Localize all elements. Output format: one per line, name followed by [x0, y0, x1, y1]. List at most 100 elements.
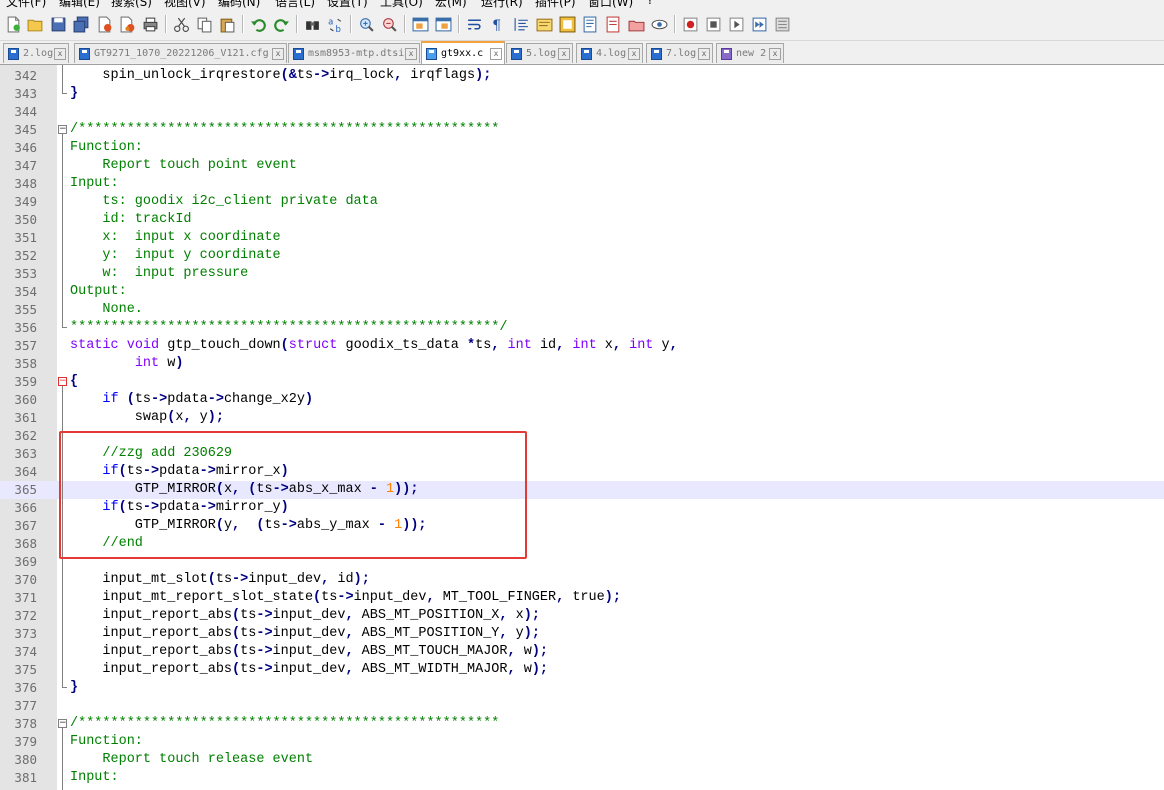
tab-msm8953-dtsi[interactable]: msm8953-mtp.dtsi x — [288, 43, 420, 63]
find-icon[interactable] — [302, 14, 322, 34]
menu-help[interactable]: ? — [647, 0, 653, 7]
code-line[interactable]: 342 spin_unlock_irqrestore(&ts->irq_lock… — [0, 67, 1164, 85]
doc-map-icon[interactable] — [557, 14, 577, 34]
function-list-icon[interactable] — [580, 14, 600, 34]
close-icon[interactable] — [94, 14, 114, 34]
code-line[interactable]: 343} — [0, 85, 1164, 103]
save-icon[interactable] — [48, 14, 68, 34]
code-line[interactable]: 366 if(ts->pdata->mirror_y) — [0, 499, 1164, 517]
code-line[interactable]: 373 input_report_abs(ts->input_dev, ABS_… — [0, 625, 1164, 643]
paste-icon[interactable] — [217, 14, 237, 34]
tab-close-icon[interactable]: x — [490, 47, 502, 60]
tab-bar: 2.log x GT9271_1070_20221206_V121.cfg x … — [0, 41, 1164, 65]
code-line[interactable]: 376} — [0, 679, 1164, 697]
tab-2-log[interactable]: 2.log x — [3, 43, 69, 63]
tab-close-icon[interactable]: x — [405, 47, 417, 60]
code-line[interactable]: 374 input_report_abs(ts->input_dev, ABS_… — [0, 643, 1164, 661]
code-line[interactable]: 375 input_report_abs(ts->input_dev, ABS_… — [0, 661, 1164, 679]
fold-toggle-icon[interactable]: − — [58, 377, 67, 386]
code-line[interactable]: 380 Report touch release event — [0, 751, 1164, 769]
code-line[interactable]: 351 x: input x coordinate — [0, 229, 1164, 247]
code-line[interactable]: 377 — [0, 697, 1164, 715]
save-all-icon[interactable] — [71, 14, 91, 34]
code-line[interactable]: 355 None. — [0, 301, 1164, 319]
indent-guide-icon[interactable] — [511, 14, 531, 34]
show-all-chars-icon[interactable]: ¶ — [487, 14, 507, 34]
sync-vertical-icon[interactable] — [410, 14, 430, 34]
code-line[interactable]: 369 — [0, 553, 1164, 571]
file-icon — [79, 47, 90, 60]
code-line[interactable]: 370 input_mt_slot(ts->input_dev, id); — [0, 571, 1164, 589]
replace-icon[interactable]: ab — [325, 14, 345, 34]
folder-as-workspace-icon[interactable] — [626, 14, 646, 34]
code-line[interactable]: 363 //zzg add 230629 — [0, 445, 1164, 463]
tab-close-icon[interactable]: x — [558, 47, 570, 60]
code-line[interactable]: 358 int w) — [0, 355, 1164, 373]
save-macro-icon[interactable] — [772, 14, 792, 34]
code-editor[interactable]: 342 spin_unlock_irqrestore(&ts->irq_lock… — [0, 65, 1164, 790]
tab-7-log[interactable]: 7.log x — [646, 43, 713, 63]
code-line[interactable]: 379 Function: — [0, 733, 1164, 751]
copy-icon[interactable] — [194, 14, 214, 34]
code-line[interactable]: 367 GTP_MIRROR(y, (ts->abs_y_max - 1)); — [0, 517, 1164, 535]
code-line[interactable]: 381 Input: — [0, 769, 1164, 787]
code-line[interactable]: 378/************************************… — [0, 715, 1164, 733]
tab-4-log[interactable]: 4.log x — [576, 43, 643, 63]
fold-toggle-icon[interactable]: − — [58, 125, 67, 134]
play-macro-icon[interactable] — [726, 14, 746, 34]
tab-close-icon[interactable]: x — [628, 47, 640, 60]
code-line[interactable]: 368 //end — [0, 535, 1164, 553]
file-icon — [8, 47, 19, 60]
code-line[interactable]: 348 Input: — [0, 175, 1164, 193]
lang-icon[interactable] — [534, 14, 554, 34]
tab-5-log[interactable]: 5.log x — [506, 43, 573, 63]
record-macro-icon[interactable] — [680, 14, 700, 34]
tab-close-icon[interactable]: x — [272, 47, 284, 60]
code-line[interactable]: 353 w: input pressure — [0, 265, 1164, 283]
code-line[interactable]: 359{ — [0, 373, 1164, 391]
code-line[interactable]: 344 — [0, 103, 1164, 121]
code-line[interactable]: 364 if(ts->pdata->mirror_x) — [0, 463, 1164, 481]
code-line[interactable]: 346 Function: — [0, 139, 1164, 157]
undo-icon[interactable] — [248, 14, 268, 34]
cut-icon[interactable] — [171, 14, 191, 34]
current-code-line[interactable]: 365 GTP_MIRROR(x, (ts->abs_x_max - 1)); — [0, 481, 1164, 499]
code-line[interactable]: 347 Report touch point event — [0, 157, 1164, 175]
code-line[interactable]: 372 input_report_abs(ts->input_dev, ABS_… — [0, 607, 1164, 625]
tab-close-icon[interactable]: x — [54, 47, 66, 60]
run-macro-multiple-icon[interactable] — [749, 14, 769, 34]
code-line[interactable]: 357 static void gtp_touch_down(struct goo… — [0, 337, 1164, 355]
code-line[interactable]: 349 ts: goodix i2c_client private data — [0, 193, 1164, 211]
tab-gt9271-cfg[interactable]: GT9271_1070_20221206_V121.cfg x — [74, 43, 287, 63]
zoom-out-icon[interactable] — [379, 14, 399, 34]
tab-label: new 2 — [736, 48, 767, 59]
print-icon[interactable] — [140, 14, 160, 34]
code-line[interactable]: 345/************************************… — [0, 121, 1164, 139]
code-line[interactable]: 350 id: trackId — [0, 211, 1164, 229]
svg-text:a: a — [328, 17, 333, 27]
code-line[interactable]: 360 if (ts->pdata->change_x2y) — [0, 391, 1164, 409]
tab-gt9xx-c[interactable]: gt9xx.c x — [421, 41, 505, 64]
code-line[interactable]: 356 *************************************… — [0, 319, 1164, 337]
redo-icon[interactable] — [271, 14, 291, 34]
close-all-icon[interactable] — [117, 14, 137, 34]
tab-label: gt9xx.c — [441, 48, 484, 59]
code-line[interactable]: 361 swap(x, y); — [0, 409, 1164, 427]
monitor-icon[interactable] — [649, 14, 669, 34]
open-file-icon[interactable] — [25, 14, 45, 34]
folder-workspace-icon[interactable] — [603, 14, 623, 34]
sync-horizontal-icon[interactable] — [433, 14, 453, 34]
tab-close-icon[interactable]: x — [698, 47, 710, 60]
stop-macro-icon[interactable] — [703, 14, 723, 34]
tab-new-2[interactable]: new 2 x — [716, 43, 784, 63]
code-line[interactable]: 362 — [0, 427, 1164, 445]
code-line[interactable]: 354 Output: — [0, 283, 1164, 301]
new-file-icon[interactable] — [3, 14, 23, 34]
svg-text:¶: ¶ — [492, 17, 501, 32]
zoom-in-icon[interactable] — [356, 14, 376, 34]
word-wrap-icon[interactable] — [464, 14, 484, 34]
tab-close-icon[interactable]: x — [769, 47, 781, 60]
fold-toggle-icon[interactable]: − — [58, 719, 67, 728]
code-line[interactable]: 352 y: input y coordinate — [0, 247, 1164, 265]
code-line[interactable]: 371 input_mt_report_slot_state(ts->input… — [0, 589, 1164, 607]
